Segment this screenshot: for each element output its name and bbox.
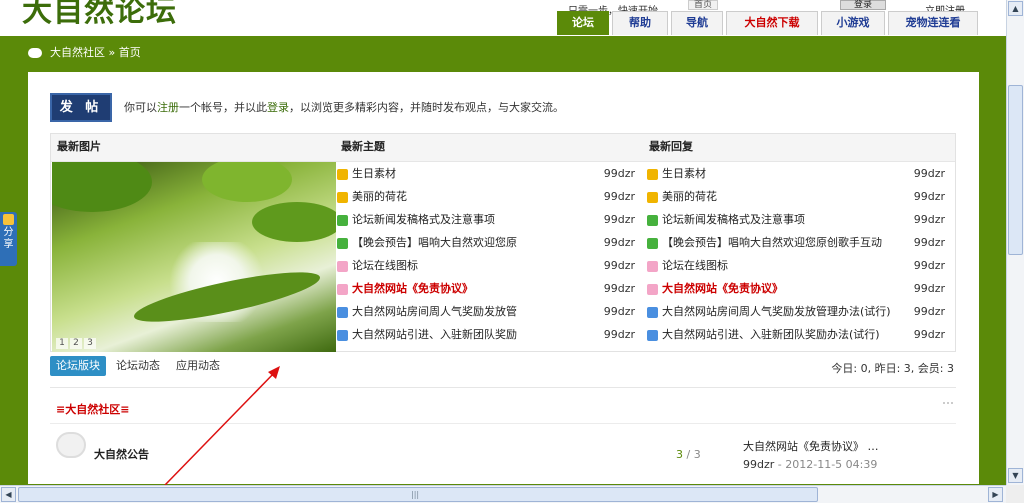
horizontal-scroll-thumb[interactable]: ||| — [18, 487, 818, 502]
scroll-down-icon[interactable]: ▼ — [1008, 468, 1023, 483]
scroll-right-icon[interactable]: ▶ — [988, 487, 1003, 502]
red-annotation-arrow — [164, 366, 280, 485]
vertical-scroll-thumb[interactable] — [1008, 85, 1023, 255]
scroll-corner — [1006, 485, 1024, 503]
scroll-grip-icon: ||| — [411, 490, 420, 499]
vertical-scrollbar[interactable]: ▲ ▼ — [1006, 0, 1024, 485]
scroll-up-icon[interactable]: ▲ — [1008, 1, 1023, 16]
horizontal-scrollbar[interactable]: ◀ ||| ▶ — [0, 485, 1006, 503]
scroll-left-icon[interactable]: ◀ — [1, 487, 16, 502]
